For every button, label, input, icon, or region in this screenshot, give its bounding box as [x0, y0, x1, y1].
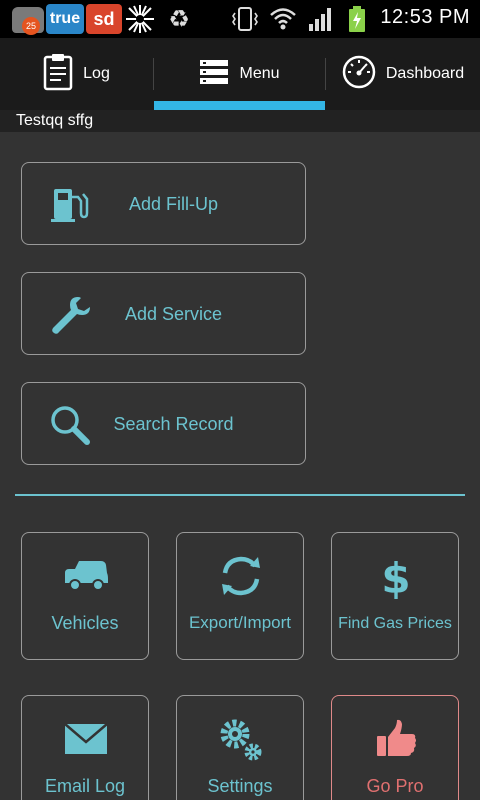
tab-bar: Log Menu Dashboard — [0, 38, 480, 110]
tab-dashboard[interactable]: Dashboard — [326, 38, 480, 110]
sync-icon — [216, 553, 266, 599]
battery-charging-icon — [346, 4, 368, 34]
settings-tile[interactable]: Settings — [176, 695, 304, 800]
tab-log-label: Log — [83, 65, 110, 82]
notification-icon: 25 — [12, 7, 44, 35]
svg-text:$: $ — [381, 554, 410, 599]
wifi-icon — [268, 4, 298, 34]
go-pro-tile[interactable]: Go Pro — [331, 695, 459, 800]
add-service-button[interactable]: Add Service — [21, 272, 306, 355]
account-name: Testqq sffg — [16, 112, 94, 129]
envelope-icon — [61, 716, 111, 762]
dollar-icon: $ — [371, 553, 421, 603]
find-gas-prices-label: Find Gas Prices — [338, 615, 452, 632]
recycle-icon: ♻ — [168, 5, 190, 33]
go-pro-label: Go Pro — [366, 776, 424, 796]
account-row: Testqq sffg — [0, 110, 480, 132]
sd-app-icon: sd — [86, 4, 122, 34]
settings-label: Settings — [207, 776, 273, 796]
fuel-pump-icon — [48, 183, 92, 227]
add-fill-up-label: Add Fill-Up — [128, 194, 219, 214]
thumbs-up-icon — [371, 716, 421, 762]
notification-count: 25 — [22, 17, 40, 35]
export-import-label: Export/Import — [188, 613, 292, 632]
star-burst-icon — [124, 4, 156, 34]
search-record-label: Search Record — [113, 414, 234, 434]
vibrate-icon — [230, 4, 260, 34]
selected-tab-indicator — [154, 101, 325, 110]
add-fill-up-button[interactable]: Add Fill-Up — [21, 162, 306, 245]
tab-menu[interactable]: Menu — [154, 38, 325, 110]
email-log-tile[interactable]: Email Log — [21, 695, 149, 800]
status-bar: 25 true sd ♻ 12:53 PM — [0, 0, 480, 38]
speedometer-icon — [342, 55, 376, 94]
add-service-label: Add Service — [124, 304, 223, 324]
tab-dashboard-label: Dashboard — [385, 65, 465, 82]
tab-menu-label: Menu — [239, 65, 280, 82]
gears-icon — [216, 716, 266, 762]
clock: 12:53 PM — [380, 6, 470, 28]
search-record-button[interactable]: Search Record — [21, 382, 306, 465]
vehicles-tile[interactable]: Vehicles — [21, 532, 149, 660]
tab-log[interactable]: Log — [0, 38, 153, 110]
signal-icon — [306, 4, 336, 34]
wrench-icon — [48, 293, 92, 337]
email-log-label: Email Log — [44, 776, 126, 796]
true-app-icon: true — [46, 4, 84, 34]
clipboard-icon — [43, 53, 73, 96]
vehicle-icon — [61, 553, 111, 599]
export-import-tile[interactable]: Export/Import — [176, 532, 304, 660]
find-gas-prices-tile[interactable]: $ Find Gas Prices — [331, 532, 459, 660]
search-icon — [48, 403, 92, 447]
section-divider — [15, 494, 465, 496]
menu-list-icon — [199, 58, 229, 91]
vehicles-label: Vehicles — [51, 613, 119, 633]
